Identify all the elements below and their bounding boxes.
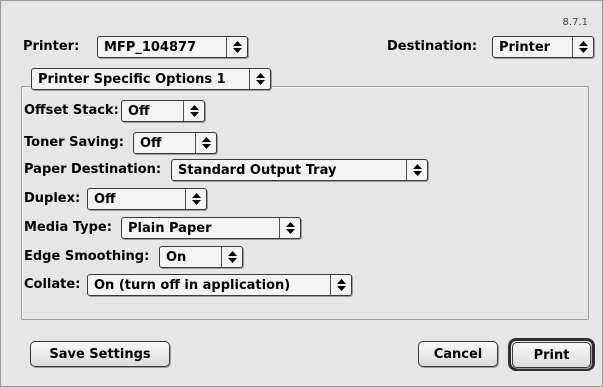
offset-stack-label: Offset Stack: — [24, 103, 119, 118]
up-down-arrows-icon — [185, 189, 206, 209]
up-down-arrows-icon — [406, 160, 427, 180]
cancel-button[interactable]: Cancel — [418, 341, 498, 367]
paper-destination-label: Paper Destination: — [24, 162, 162, 177]
offset-stack-value: Off — [128, 103, 150, 119]
edge-smoothing-value: On — [166, 249, 187, 265]
panel-selector-popup[interactable]: Printer Specific Options 1 — [31, 68, 271, 90]
up-down-arrows-icon — [572, 37, 593, 57]
save-settings-button[interactable]: Save Settings — [30, 341, 170, 367]
print-button[interactable]: Print — [512, 342, 591, 368]
collate-popup[interactable]: On (turn off in application) — [87, 274, 352, 296]
duplex-label: Duplex: — [24, 191, 81, 206]
collate-label: Collate: — [24, 277, 81, 292]
up-down-arrows-icon — [330, 275, 351, 295]
collate-value: On (turn off in application) — [94, 277, 291, 293]
printer-label: Printer: — [23, 39, 80, 54]
edge-smoothing-popup[interactable]: On — [159, 246, 243, 268]
panel-selector-value: Printer Specific Options 1 — [38, 71, 226, 87]
toner-saving-value: Off — [140, 135, 162, 151]
printer-popup-value: MFP_104877 — [104, 39, 197, 55]
up-down-arrows-icon — [195, 133, 216, 153]
destination-label: Destination: — [387, 39, 478, 54]
up-down-arrows-icon — [221, 247, 242, 267]
up-down-arrows-icon — [226, 37, 247, 57]
destination-popup[interactable]: Printer — [492, 36, 594, 58]
paper-destination-popup[interactable]: Standard Output Tray — [171, 159, 428, 181]
media-type-value: Plain Paper — [128, 220, 212, 236]
duplex-value: Off — [94, 191, 116, 207]
up-down-arrows-icon — [183, 101, 204, 121]
toner-saving-label: Toner Saving: — [24, 135, 124, 150]
version-label: 8.7.1 — [562, 17, 588, 28]
up-down-arrows-icon — [249, 69, 270, 89]
destination-popup-value: Printer — [499, 39, 551, 55]
duplex-popup[interactable]: Off — [87, 188, 207, 210]
edge-smoothing-label: Edge Smoothing: — [24, 249, 150, 264]
print-dialog: 8.7.1 Printer: MFP_104877 Destination: P… — [0, 0, 603, 387]
media-type-popup[interactable]: Plain Paper — [121, 217, 301, 239]
printer-popup[interactable]: MFP_104877 — [97, 36, 248, 58]
toner-saving-popup[interactable]: Off — [133, 132, 217, 154]
up-down-arrows-icon — [279, 218, 300, 238]
media-type-label: Media Type: — [24, 220, 112, 235]
paper-destination-value: Standard Output Tray — [178, 162, 337, 178]
offset-stack-popup[interactable]: Off — [121, 100, 205, 122]
